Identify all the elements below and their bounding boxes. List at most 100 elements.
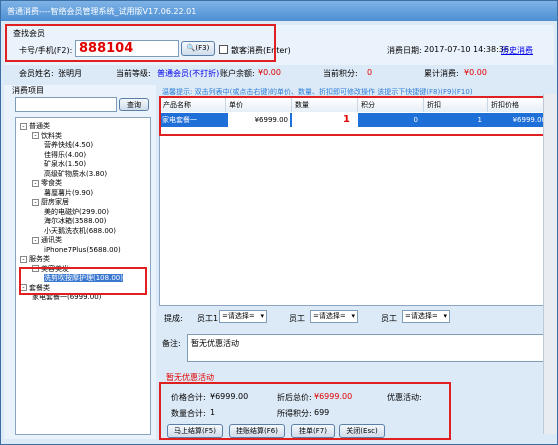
price-total: ¥6999.00 [210, 392, 249, 401]
tree-node-category[interactable]: - 零食类 [32, 179, 62, 188]
row-name: 家电套餐一 [162, 116, 197, 124]
tree-node-label: 薯厘薯片(9.90) [44, 188, 94, 197]
collapse-icon[interactable]: - [32, 198, 39, 206]
total-label: 累计消费: [424, 69, 459, 78]
col-qty: 数量 [292, 98, 358, 112]
tree-node-label: 矿泉水(1.50) [44, 160, 87, 168]
employee3-select[interactable]: =请选择= [402, 310, 450, 323]
discount-total-label: 折后总价: [277, 393, 312, 402]
product-table[interactable]: 产品名称 单价 数量 积分 折扣 折扣价格 家电套餐一 ¥6999.00 1 0… [159, 97, 551, 306]
collapse-icon[interactable]: - [32, 236, 39, 244]
tree-node-label: 营养快线(4.50) [44, 141, 94, 149]
tree-node-item[interactable]: 佳得乐(4.00) [44, 151, 86, 160]
tree-node-item[interactable]: 营养快线(4.50) [44, 141, 93, 150]
close-button[interactable]: 关闭(Esc) [339, 424, 385, 438]
earned-points-label: 所得积分: [277, 409, 312, 418]
tree-node-label: 佳得乐(4.00) [44, 150, 87, 159]
tree-node-label: 厨房家居 [41, 198, 69, 206]
item-tree[interactable]: - 普通类 - 饮料类 营养快线(4.50) 佳得乐(4.00) 矿泉水(1.50) 高级矿物… [15, 117, 151, 435]
discount-total: ¥6999.00 [314, 392, 353, 401]
hint-text: 温馨提示: 双击列表中(或点击右键)的单价、数量、折扣即可修改操作 该提示下快捷… [162, 88, 473, 96]
collapse-icon[interactable]: - [32, 179, 39, 187]
hang-order-button[interactable]: 挂单(F7) [291, 424, 335, 438]
row-price[interactable]: ¥6999.00 [228, 113, 290, 127]
tree-node-label: 套餐类 [29, 283, 50, 292]
col-final: 折扣价格 [488, 98, 550, 112]
employee2-select[interactable]: =请选择= [310, 310, 358, 323]
tree-node-category[interactable]: - 套餐类 [20, 284, 50, 293]
employee1-select[interactable]: =请选择= [219, 310, 267, 323]
remark-label: 备注: [162, 339, 181, 348]
tree-node-item[interactable]: iPhone7Plus(5688.00) [44, 246, 121, 255]
tree-node-category[interactable]: - 服务类 [20, 255, 50, 264]
tree-node-item[interactable]: 小天鹅洗衣机(688.00) [44, 227, 116, 236]
col-points: 积分 [358, 98, 424, 112]
points-label: 当前积分: [323, 69, 358, 78]
date-value: 2017-07-10 14:38:36 [424, 45, 509, 54]
items-legend: 消费项目 [10, 85, 46, 96]
total-value: ¥0.00 [464, 68, 487, 77]
points-value: 0 [367, 68, 373, 77]
search-legend: 查找会员 [11, 28, 47, 39]
qty-total-label: 数量合计: [171, 409, 206, 418]
search-member-button[interactable]: 🔍(F3) [181, 41, 215, 56]
tree-node-label: 高级矿物质水(3.80) [44, 169, 108, 178]
walk-in-checkbox[interactable] [219, 45, 228, 54]
row-qty[interactable]: 1 [292, 113, 358, 127]
card-input[interactable]: 888104 [75, 40, 179, 57]
tree-node-item[interactable]: 家电套餐一(6999.00) [32, 293, 101, 302]
tree-node-item[interactable]: 薯厘薯片(9.90) [44, 189, 93, 198]
promo-label: 优惠活动: [387, 393, 422, 402]
collapse-icon[interactable]: - [32, 265, 39, 272]
commission-label: 提成: [164, 314, 183, 323]
collapse-icon[interactable]: - [20, 284, 27, 291]
col-price: 单价 [226, 98, 292, 112]
collapse-icon[interactable]: - [20, 122, 27, 130]
collapse-icon[interactable]: - [20, 255, 27, 263]
tree-node-item[interactable]: 海尔冰箱(3588.00) [44, 217, 106, 226]
tree-node-item[interactable]: 矿泉水(1.50) [44, 160, 86, 169]
row-final: ¥6999.00 [512, 116, 546, 124]
date-label: 消费日期: [387, 46, 422, 55]
tree-node-label: 海尔冰箱(3588.00) [44, 217, 107, 225]
member-name-label: 会员姓名: [19, 69, 54, 78]
card-label: 卡号/手机(F2): [19, 46, 73, 55]
member-level: 普通会员(不打折) [157, 69, 220, 78]
employee3-label: 员工 [381, 314, 397, 323]
history-link[interactable]: 历史消费 [501, 45, 533, 56]
checkout-button[interactable]: 马上结算(F5) [167, 424, 223, 438]
main-window: 普通消费----智络会员管理系统_试用版V17.06.22.01 查找会员 卡号… [0, 0, 558, 445]
tree-node-label: 美容美发 [41, 264, 69, 273]
remark-value: 暂无优惠活动 [191, 339, 239, 348]
item-search-input[interactable] [15, 97, 117, 112]
employee1-label: 员工1 [197, 314, 219, 323]
member-level-label: 当前等级: [116, 69, 151, 78]
tree-node-label: 美的电磁炉(299.00) [44, 207, 109, 216]
title-bar: 普通消费----智络会员管理系统_试用版V17.06.22.01 [1, 1, 557, 21]
member-name: 张明月 [58, 69, 82, 78]
tree-node-category[interactable]: - 厨房家居 [32, 198, 69, 207]
collapse-icon[interactable]: - [32, 132, 39, 139]
tree-node-label: 服务类 [29, 255, 50, 263]
tree-node-category[interactable]: - 饮料类 [32, 132, 62, 141]
remark-input[interactable]: 暂无优惠活动 [187, 334, 549, 362]
scrollbar[interactable] [543, 94, 557, 434]
row-discount[interactable]: 1 [424, 113, 488, 127]
col-discount: 折扣 [424, 98, 488, 112]
row-points: 0 [413, 116, 418, 124]
earned-points: 699 [314, 408, 330, 417]
tree-node-category[interactable]: - 普通类 [20, 122, 50, 131]
tree-node-label: 家电套餐一(6999.00) [32, 293, 102, 301]
hang-checkout-button[interactable]: 挂账结算(F6) [229, 424, 285, 438]
tree-node-label: 小天鹅洗衣机(688.00) [44, 226, 116, 235]
tree-node-item[interactable]: 美的电磁炉(299.00) [44, 208, 109, 217]
tree-node-category[interactable]: - 美容美发 [32, 265, 69, 274]
tree-node-category[interactable]: - 通讯类 [32, 236, 62, 245]
tree-node-label: 饮料类 [41, 131, 62, 140]
tree-node-item[interactable]: 高级矿物质水(3.80) [44, 170, 107, 179]
balance-label: 账户余额: [220, 69, 255, 78]
query-button[interactable]: 查询 [119, 98, 149, 111]
tree-node-item[interactable]: 洗剪吹按摩护理(108.00) [44, 274, 123, 283]
col-name: 产品名称 [160, 98, 226, 112]
tree-node-label: 通讯类 [41, 236, 62, 244]
